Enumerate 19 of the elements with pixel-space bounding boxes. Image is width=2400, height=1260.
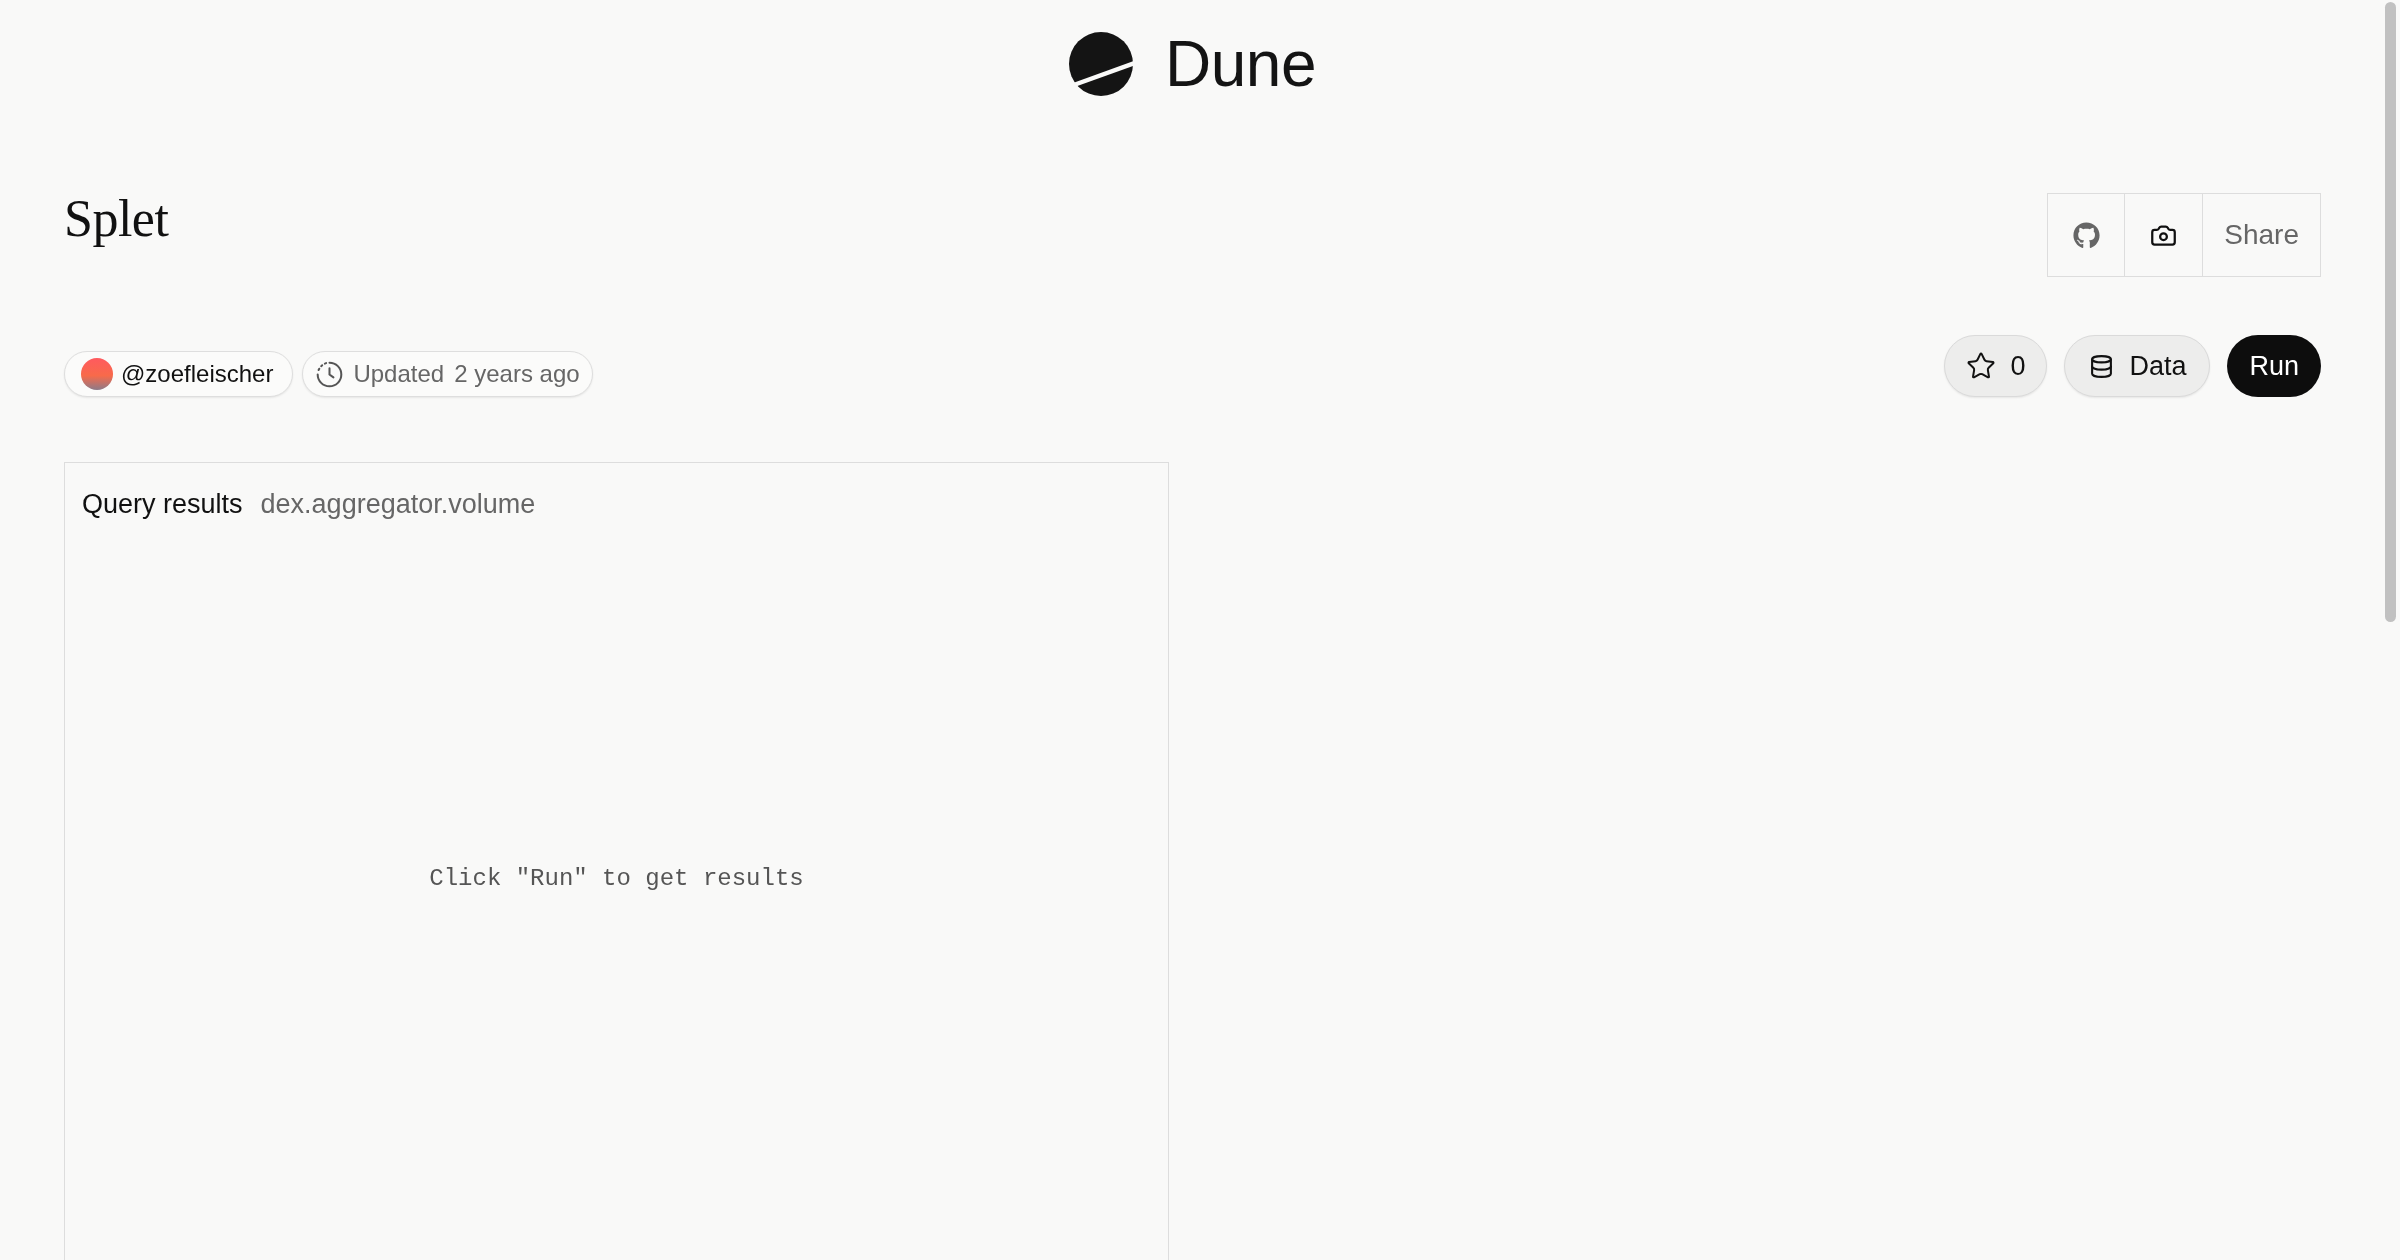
author-link[interactable]: @zoefleischer: [64, 351, 294, 397]
star-icon: [1966, 351, 1997, 381]
updated-label: Updated: [353, 359, 445, 389]
table-name: dex.aggregator.volume: [260, 488, 536, 521]
clock-icon: [316, 360, 344, 388]
database-icon: [2089, 353, 2115, 379]
empty-message: Click "Run" to get results: [429, 863, 804, 894]
scrollbar-thumb[interactable]: [2385, 2, 2396, 622]
data-button[interactable]: Data: [2064, 335, 2211, 397]
author-name: @zoefleischer: [121, 359, 274, 389]
star-button[interactable]: 0: [1944, 335, 2048, 397]
updated-time: 2 years ago: [454, 359, 580, 389]
page-title: Splet: [64, 193, 169, 245]
panel-title: Query results: [82, 488, 243, 521]
avatar: [81, 358, 113, 390]
run-button[interactable]: Run: [2227, 335, 2321, 397]
github-icon: [2072, 221, 2100, 249]
logo-icon: [1069, 32, 1133, 96]
brand-name: Dune: [1165, 32, 1316, 96]
